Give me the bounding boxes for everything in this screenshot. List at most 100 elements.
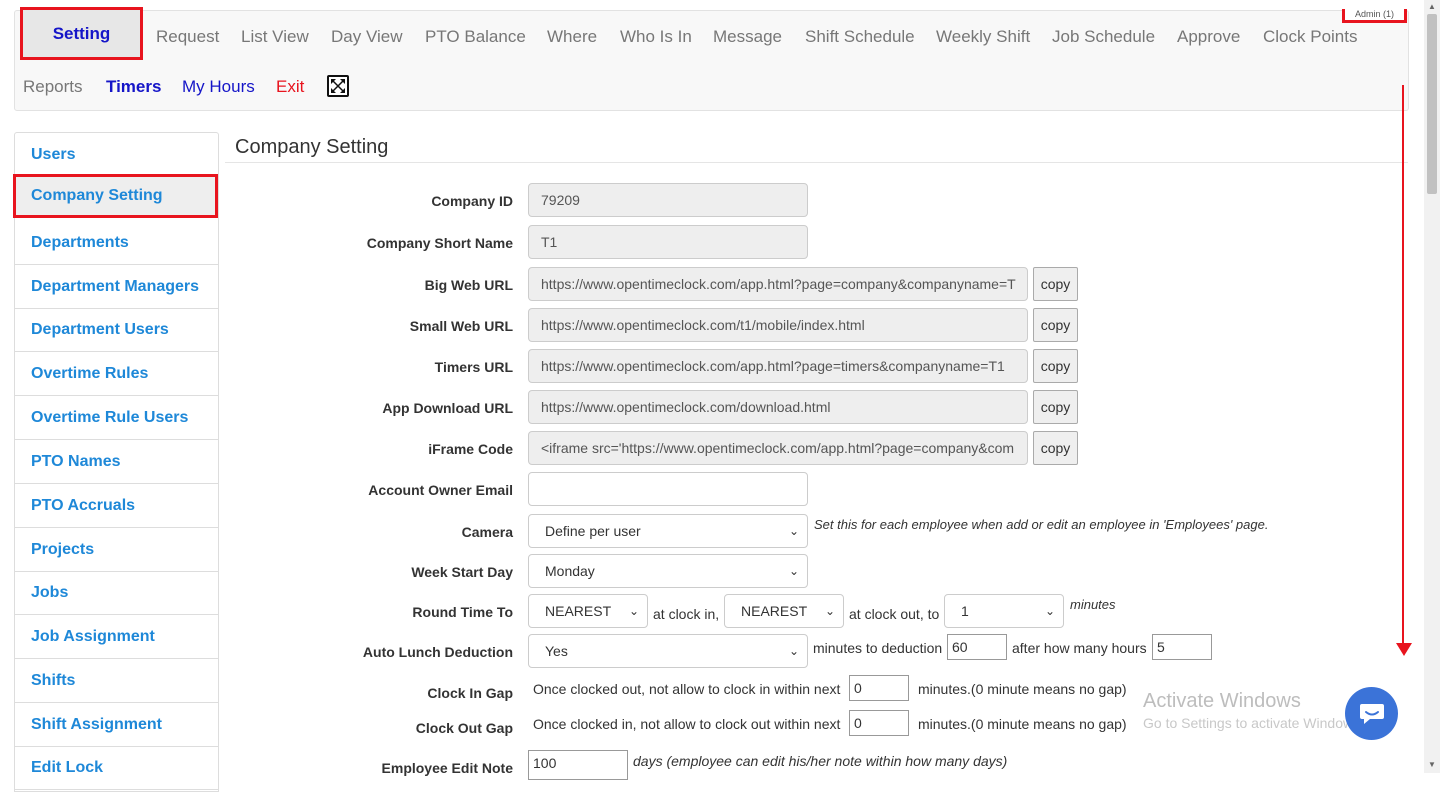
sidebar-item-pto-accruals[interactable]: PTO Accruals <box>15 484 218 528</box>
settings-sidebar: Users Company Setting Departments Depart… <box>13 132 219 792</box>
label-round-time-to: Round Time To <box>412 604 513 620</box>
fullscreen-icon[interactable] <box>327 75 349 97</box>
clock-out-gap-input[interactable]: 0 <box>849 710 909 736</box>
chevron-down-icon: ⌄ <box>788 564 799 578</box>
sidebar-item-company-setting[interactable]: Company Setting <box>13 174 218 218</box>
employee-edit-note-input[interactable]: 100 <box>528 750 628 780</box>
sidebar-item-edit-lock[interactable]: Edit Lock <box>15 746 218 790</box>
nav-reports[interactable]: Reports <box>23 77 83 97</box>
clock-in-gap-text: Once clocked out, not allow to clock in … <box>533 681 841 697</box>
chevron-down-icon: ⌄ <box>788 644 799 658</box>
label-clock-out-gap: Clock Out Gap <box>415 720 513 736</box>
nav-weekly-shift[interactable]: Weekly Shift <box>936 27 1030 47</box>
copy-big-web-url-button[interactable]: copy <box>1033 267 1078 301</box>
nav-message[interactable]: Message <box>713 27 782 47</box>
round-clock-out-select[interactable]: NEAREST ⌄ <box>724 594 844 628</box>
sidebar-item-overtime-rules[interactable]: Overtime Rules <box>15 352 218 396</box>
sidebar-item-departments[interactable]: Departments <box>15 221 218 265</box>
sidebar-item-jobs[interactable]: Jobs <box>15 571 218 615</box>
sidebar-item-users[interactable]: Users <box>15 133 218 177</box>
sidebar-item-shifts[interactable]: Shifts <box>15 659 218 703</box>
sidebar-item-department-users[interactable]: Department Users <box>15 308 218 352</box>
nav-setting[interactable]: Setting <box>20 7 143 60</box>
chat-icon <box>1359 703 1384 724</box>
sidebar-item-job-assignment[interactable]: Job Assignment <box>15 615 218 659</box>
label-small-web-url: Small Web URL <box>409 318 513 334</box>
sidebar-item-pto-names[interactable]: PTO Names <box>15 440 218 484</box>
label-employee-edit-note: Employee Edit Note <box>381 760 513 776</box>
big-web-url-field[interactable]: https://www.opentimeclock.com/app.html?p… <box>528 267 1028 301</box>
annotation-arrow-head <box>1396 643 1412 656</box>
copy-iframe-code-button[interactable]: copy <box>1033 431 1078 465</box>
clock-out-gap-text: Once clocked in, not allow to clock out … <box>533 716 841 732</box>
round-clock-in-select[interactable]: NEAREST ⌄ <box>528 594 648 628</box>
label-iframe-code: iFrame Code <box>428 441 513 457</box>
sidebar-item-projects[interactable]: Projects <box>15 528 218 572</box>
page-title: Company Setting <box>235 136 389 158</box>
company-id-field: 79209 <box>528 183 808 217</box>
week-start-day-select[interactable]: Monday ⌄ <box>528 554 808 588</box>
chevron-down-icon: ⌄ <box>824 604 835 618</box>
activate-windows-title: Activate Windows <box>1143 690 1301 712</box>
round-minutes-select[interactable]: 1 ⌄ <box>944 594 1064 628</box>
nav-day-view[interactable]: Day View <box>331 27 403 47</box>
label-week-start-day: Week Start Day <box>411 564 513 580</box>
nav-my-hours[interactable]: My Hours <box>182 77 255 97</box>
iframe-code-field[interactable]: <iframe src='https://www.opentimeclock.c… <box>528 431 1028 465</box>
chat-button[interactable] <box>1345 687 1398 740</box>
camera-select[interactable]: Define per user ⌄ <box>528 514 808 548</box>
clock-out-gap-suffix: minutes.(0 minute means no gap) <box>918 716 1127 732</box>
label-account-owner-email: Account Owner Email <box>368 482 513 498</box>
nav-request[interactable]: Request <box>156 27 219 47</box>
chevron-down-icon: ⌄ <box>1044 604 1055 618</box>
nav-exit[interactable]: Exit <box>276 77 304 97</box>
annotation-arrow <box>1402 85 1404 645</box>
round-minutes-value: 1 <box>961 603 969 619</box>
round-minutes-label: minutes <box>1070 597 1116 612</box>
label-app-download-url: App Download URL <box>382 400 513 416</box>
account-owner-email-input[interactable] <box>528 472 808 506</box>
chevron-down-icon: ⌄ <box>628 604 639 618</box>
label-timers-url: Timers URL <box>434 359 513 375</box>
sidebar-item-overtime-rule-users[interactable]: Overtime Rule Users <box>15 396 218 440</box>
sidebar-item-department-managers[interactable]: Department Managers <box>15 265 218 309</box>
auto-lunch-text-minutes: minutes to deduction <box>813 640 943 656</box>
sidebar-item-shift-assignment[interactable]: Shift Assignment <box>15 703 218 747</box>
round-clock-out-value: NEAREST <box>741 603 808 619</box>
top-navigation: Setting Request List View Day View PTO B… <box>14 7 1409 111</box>
nav-pto-balance[interactable]: PTO Balance <box>425 27 526 47</box>
nav-list-view[interactable]: List View <box>241 27 309 47</box>
nav-timers[interactable]: Timers <box>106 77 161 97</box>
app-download-url-field[interactable]: https://www.opentimeclock.com/download.h… <box>528 390 1028 424</box>
scroll-down-icon[interactable]: ▼ <box>1428 760 1436 769</box>
auto-lunch-select[interactable]: Yes ⌄ <box>528 634 808 668</box>
copy-app-download-url-button[interactable]: copy <box>1033 390 1078 424</box>
scroll-up-icon[interactable]: ▲ <box>1428 2 1436 11</box>
label-clock-in-gap: Clock In Gap <box>427 685 513 701</box>
auto-lunch-hours-input[interactable]: 5 <box>1152 634 1212 660</box>
auto-lunch-text-hours: after how many hours <box>1012 640 1147 656</box>
auto-lunch-minutes-input[interactable]: 60 <box>947 634 1007 660</box>
label-auto-lunch-deduction: Auto Lunch Deduction <box>362 644 513 660</box>
round-clock-in-text: at clock in, <box>653 606 720 622</box>
nav-clock-points[interactable]: Clock Points <box>1263 27 1357 47</box>
small-web-url-field[interactable]: https://www.opentimeclock.com/t1/mobile/… <box>528 308 1028 342</box>
nav-job-schedule[interactable]: Job Schedule <box>1052 27 1155 47</box>
clock-in-gap-input[interactable]: 0 <box>849 675 909 701</box>
nav-who-is-in[interactable]: Who Is In <box>620 27 692 47</box>
copy-timers-url-button[interactable]: copy <box>1033 349 1078 383</box>
timers-url-field[interactable]: https://www.opentimeclock.com/app.html?p… <box>528 349 1028 383</box>
label-camera: Camera <box>461 524 513 540</box>
nav-shift-schedule[interactable]: Shift Schedule <box>805 27 915 47</box>
label-company-id: Company ID <box>431 193 513 209</box>
camera-note: Set this for each employee when add or e… <box>814 517 1269 532</box>
nav-where[interactable]: Where <box>547 27 597 47</box>
activate-windows-subtitle: Go to Settings to activate Windows. <box>1143 715 1364 731</box>
admin-menu[interactable]: Admin (1) <box>1342 9 1407 23</box>
copy-small-web-url-button[interactable]: copy <box>1033 308 1078 342</box>
nav-approve[interactable]: Approve <box>1177 27 1240 47</box>
round-clock-in-value: NEAREST <box>545 603 612 619</box>
round-clock-out-text: at clock out, to <box>849 606 940 622</box>
auto-lunch-value: Yes <box>545 643 568 659</box>
scrollbar-thumb[interactable] <box>1427 14 1437 194</box>
